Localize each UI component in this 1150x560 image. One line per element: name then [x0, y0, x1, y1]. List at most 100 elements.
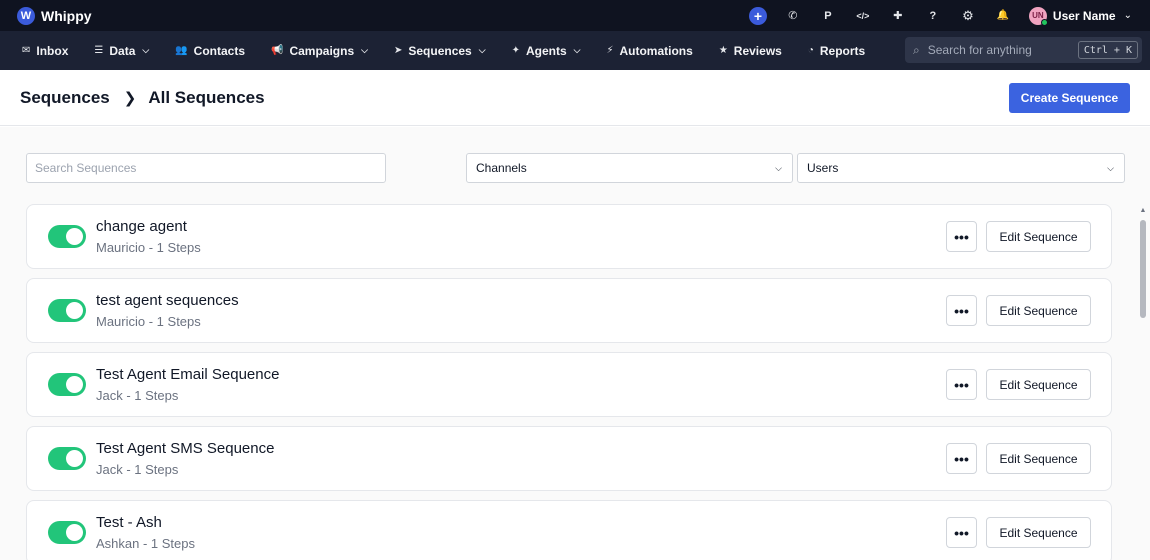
nav-item-contacts[interactable]: 👥 Contacts — [175, 44, 245, 58]
search-placeholder: Search for anything — [927, 43, 1032, 57]
more-options-button[interactable]: ••• — [946, 295, 977, 326]
chevron-down-icon: ⌵ — [775, 162, 782, 173]
more-options-button[interactable]: ••• — [946, 369, 977, 400]
nav-item-campaigns[interactable]: 📢 Campaigns ⌵ — [271, 44, 368, 58]
megaphone-icon: 📢 — [271, 45, 284, 56]
nav-item-label: Reports — [819, 43, 866, 58]
puzzle-icon[interactable]: ✚ — [889, 7, 907, 25]
chevron-down-icon: ⌄ — [1123, 10, 1132, 21]
toggle-knob — [66, 228, 83, 245]
users-select[interactable]: Users ⌵ — [797, 153, 1125, 183]
plus-icon[interactable]: + — [748, 6, 767, 25]
top-bar: W Whippy + ✆ P </> ✚ ? ⚙ 🔔 UN User Name … — [0, 0, 1150, 31]
toggle-knob — [66, 376, 83, 393]
list-item: test agent sequences Mauricio - 1 Steps … — [26, 278, 1112, 343]
nav-item-label: Data — [109, 43, 136, 58]
nav-item-agents[interactable]: ✦ Agents ⌵ — [512, 44, 581, 58]
sequence-toggle[interactable] — [48, 373, 86, 396]
send-icon: ➤ — [393, 45, 403, 56]
toggle-knob — [66, 524, 83, 541]
sequence-title: Test - Ash — [96, 514, 162, 531]
scroll-thumb[interactable] — [1140, 220, 1146, 318]
nav-item-label: Inbox — [36, 43, 69, 58]
nav-item-sequences[interactable]: ➤ Sequences ⌵ — [394, 44, 486, 58]
scroll-up-arrow-icon[interactable]: ▲ — [1139, 207, 1147, 215]
sequence-toggle[interactable] — [48, 521, 86, 544]
nav-item-data[interactable]: ☰ Data ⌵ — [94, 44, 149, 58]
nav-item-label: Automations — [619, 43, 693, 58]
chevron-down-icon: ⌵ — [142, 45, 150, 55]
pie-icon: ◔ — [807, 45, 814, 56]
sparkle-icon: ✦ — [511, 45, 520, 56]
nav-item-label: Contacts — [193, 43, 245, 58]
sequence-subtitle: Jack - 1 Steps — [96, 388, 179, 403]
edit-sequence-button[interactable]: Edit Sequence — [986, 517, 1091, 548]
sequence-toggle[interactable] — [48, 447, 86, 470]
sequence-subtitle: Jack - 1 Steps — [96, 462, 179, 477]
page-header: Sequences ❯ All Sequences Create Sequenc… — [0, 70, 1150, 126]
sequence-subtitle: Ashkan - 1 Steps — [96, 536, 195, 551]
sequence-subtitle: Mauricio - 1 Steps — [96, 314, 201, 329]
database-icon: ☰ — [94, 45, 104, 56]
nav-item-label: Agents — [525, 43, 567, 58]
list-item: change agent Mauricio - 1 Steps ••• Edit… — [26, 204, 1112, 269]
list-item: Test Agent SMS Sequence Jack - 1 Steps •… — [26, 426, 1112, 491]
create-sequence-button[interactable]: Create Sequence — [1009, 83, 1130, 113]
nav-item-inbox[interactable]: ✉ Inbox — [22, 44, 68, 58]
main-content: Channels ⌵ Users ⌵ change agent Mauricio… — [0, 127, 1150, 560]
user-menu[interactable]: UN User Name ⌄ — [1028, 6, 1132, 26]
bell-icon[interactable]: 🔔 — [994, 7, 1012, 25]
main-nav: ✉ Inbox ☰ Data ⌵ 👥 Contacts 📢 Campaigns … — [0, 31, 1150, 70]
scrollbar[interactable]: ▲ — [1139, 207, 1147, 560]
shortcut-hint: Ctrl + K — [1077, 41, 1138, 59]
inbox-icon: ✉ — [22, 45, 31, 56]
edit-sequence-button[interactable]: Edit Sequence — [986, 443, 1091, 474]
sequence-title: Test Agent SMS Sequence — [96, 440, 275, 457]
list-item: Test - Ash Ashkan - 1 Steps ••• Edit Seq… — [26, 500, 1112, 560]
search-sequences-input[interactable] — [26, 153, 386, 183]
nav-item-automations[interactable]: ⚡ Automations — [606, 44, 692, 58]
avatar: UN — [1028, 6, 1048, 26]
contacts-icon: 👥 — [175, 45, 188, 56]
breadcrumb-sequences[interactable]: Sequences — [20, 88, 110, 108]
whippy-logo-icon: W — [17, 6, 35, 25]
channels-select[interactable]: Channels ⌵ — [466, 153, 793, 183]
top-icon-group: + ✆ P </> ✚ ? ⚙ 🔔 UN User Name ⌄ — [748, 0, 1150, 31]
sequence-subtitle: Mauricio - 1 Steps — [96, 240, 201, 255]
more-options-button[interactable]: ••• — [946, 517, 977, 548]
star-icon: ★ — [718, 45, 728, 56]
code-icon[interactable]: </> — [854, 7, 872, 25]
toggle-knob — [66, 302, 83, 319]
brand-name: Whippy — [41, 7, 92, 24]
p-icon[interactable]: P — [819, 7, 837, 25]
edit-sequence-button[interactable]: Edit Sequence — [986, 221, 1091, 252]
sequence-toggle[interactable] — [48, 299, 86, 322]
breadcrumb-all-sequences: All Sequences — [148, 88, 265, 107]
edit-sequence-button[interactable]: Edit Sequence — [986, 295, 1091, 326]
sequence-title: Test Agent Email Sequence — [96, 366, 280, 383]
nav-item-label: Campaigns — [289, 43, 355, 58]
chevron-down-icon: ⌵ — [1107, 162, 1114, 173]
sequence-list: change agent Mauricio - 1 Steps ••• Edit… — [26, 204, 1112, 560]
nav-item-reviews[interactable]: ★ Reviews — [719, 44, 782, 58]
more-options-button[interactable]: ••• — [946, 443, 977, 474]
chevron-down-icon: ⌵ — [361, 45, 368, 55]
chevron-right-icon: ❯ — [123, 90, 137, 107]
brand[interactable]: W Whippy — [17, 6, 92, 25]
chevron-down-icon: ⌵ — [573, 45, 581, 55]
search-icon: ⌕ — [913, 42, 920, 57]
sequence-title: test agent sequences — [96, 292, 239, 309]
sequence-toggle[interactable] — [48, 225, 86, 248]
phone-icon[interactable]: ✆ — [784, 7, 802, 25]
help-icon[interactable]: ? — [924, 7, 942, 25]
nav-item-label: Sequences — [408, 43, 472, 58]
channels-select-label: Channels — [476, 161, 527, 175]
more-options-button[interactable]: ••• — [946, 221, 977, 252]
users-select-label: Users — [807, 161, 839, 175]
bolt-icon: ⚡ — [606, 45, 614, 56]
gear-icon[interactable]: ⚙ — [959, 7, 977, 25]
chevron-down-icon: ⌵ — [478, 45, 486, 55]
nav-item-reports[interactable]: ◔ Reports — [808, 44, 865, 58]
global-search-input[interactable]: ⌕ Search for anything Ctrl + K — [905, 37, 1142, 63]
edit-sequence-button[interactable]: Edit Sequence — [986, 369, 1091, 400]
